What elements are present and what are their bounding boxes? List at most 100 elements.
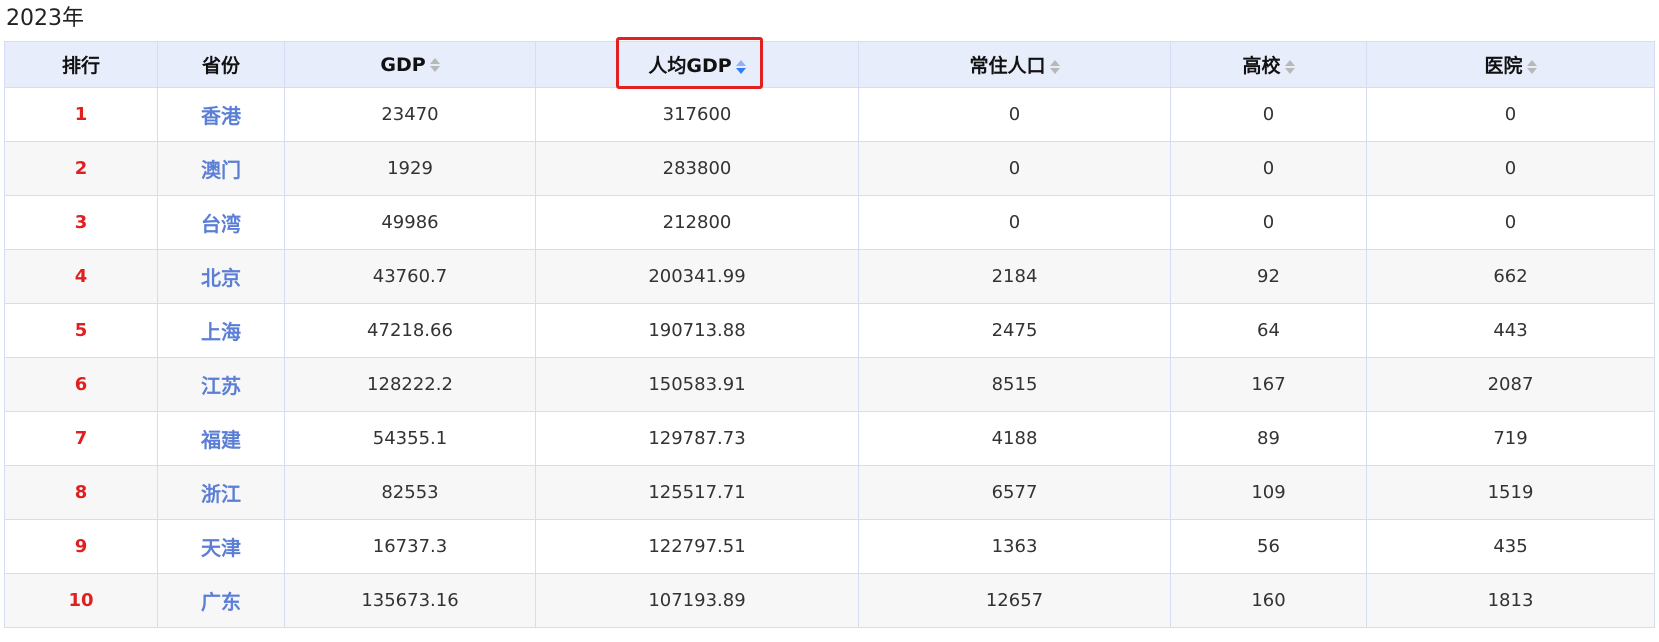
- gdp-ranking-table: 排行 省份 GDP 人均GDP 常住人口 高校 医院 1 香港 23470 31760…: [4, 41, 1655, 628]
- cell-gdp: 43760.7: [284, 249, 536, 304]
- cell-gdp-per-capita: 122797.51: [535, 519, 859, 574]
- cell-province[interactable]: 江苏: [157, 357, 285, 412]
- table-row: 9 天津 16737.3 122797.51 1363 56 435: [4, 519, 1655, 574]
- cell-province[interactable]: 台湾: [157, 195, 285, 250]
- table-row: 4 北京 43760.7 200341.99 2184 92 662: [4, 249, 1655, 304]
- cell-gdp-per-capita: 190713.88: [535, 303, 859, 358]
- cell-province[interactable]: 上海: [157, 303, 285, 358]
- cell-hospitals: 443: [1366, 303, 1655, 358]
- table-row: 7 福建 54355.1 129787.73 4188 89 719: [4, 411, 1655, 466]
- page-title: 2023年: [6, 6, 84, 31]
- cell-rank: 9: [4, 519, 158, 574]
- cell-hospitals: 2087: [1366, 357, 1655, 412]
- cell-gdp-per-capita: 129787.73: [535, 411, 859, 466]
- cell-gdp: 1929: [284, 141, 536, 196]
- cell-population: 4188: [858, 411, 1171, 466]
- table-row: 8 浙江 82553 125517.71 6577 109 1519: [4, 465, 1655, 520]
- sort-icon[interactable]: [1526, 59, 1537, 75]
- cell-hospitals: 1813: [1366, 573, 1655, 628]
- table-row: 10 广东 135673.16 107193.89 12657 160 1813: [4, 573, 1655, 628]
- cell-universities: 89: [1170, 411, 1367, 466]
- cell-gdp: 128222.2: [284, 357, 536, 412]
- header-hospitals[interactable]: 医院: [1366, 41, 1655, 88]
- sort-icon[interactable]: [429, 57, 440, 73]
- cell-population: 0: [858, 87, 1171, 142]
- sort-icon[interactable]: [1049, 59, 1060, 75]
- header-label: 人均GDP: [648, 55, 732, 77]
- cell-universities: 160: [1170, 573, 1367, 628]
- cell-universities: 56: [1170, 519, 1367, 574]
- cell-province[interactable]: 澳门: [157, 141, 285, 196]
- cell-gdp: 23470: [284, 87, 536, 142]
- cell-population: 1363: [858, 519, 1171, 574]
- cell-hospitals: 0: [1366, 87, 1655, 142]
- header-population[interactable]: 常住人口: [858, 41, 1171, 88]
- cell-hospitals: 719: [1366, 411, 1655, 466]
- cell-population: 2184: [858, 249, 1171, 304]
- header-province: 省份: [157, 41, 285, 88]
- cell-universities: 109: [1170, 465, 1367, 520]
- cell-gdp: 82553: [284, 465, 536, 520]
- cell-hospitals: 0: [1366, 195, 1655, 250]
- cell-gdp-per-capita: 212800: [535, 195, 859, 250]
- cell-gdp: 47218.66: [284, 303, 536, 358]
- header-label: 高校: [1242, 55, 1281, 77]
- cell-gdp-per-capita: 200341.99: [535, 249, 859, 304]
- cell-gdp: 135673.16: [284, 573, 536, 628]
- cell-population: 0: [858, 141, 1171, 196]
- sort-desc-active-icon[interactable]: [735, 59, 746, 75]
- cell-universities: 167: [1170, 357, 1367, 412]
- cell-rank: 4: [4, 249, 158, 304]
- cell-province[interactable]: 广东: [157, 573, 285, 628]
- table-row: 5 上海 47218.66 190713.88 2475 64 443: [4, 303, 1655, 358]
- header-label: GDP: [380, 53, 426, 76]
- cell-rank: 8: [4, 465, 158, 520]
- cell-gdp-per-capita: 107193.89: [535, 573, 859, 628]
- table-header-row: 排行 省份 GDP 人均GDP 常住人口 高校 医院: [4, 41, 1655, 88]
- cell-province[interactable]: 福建: [157, 411, 285, 466]
- table-row: 6 江苏 128222.2 150583.91 8515 167 2087: [4, 357, 1655, 412]
- table-row: 3 台湾 49986 212800 0 0 0: [4, 195, 1655, 250]
- table-row: 1 香港 23470 317600 0 0 0: [4, 87, 1655, 142]
- header-gdp-per-capita[interactable]: 人均GDP: [535, 41, 859, 88]
- cell-universities: 92: [1170, 249, 1367, 304]
- sort-icon[interactable]: [1284, 59, 1295, 75]
- cell-rank: 6: [4, 357, 158, 412]
- cell-hospitals: 0: [1366, 141, 1655, 196]
- cell-rank: 5: [4, 303, 158, 358]
- header-gdp[interactable]: GDP: [284, 41, 536, 88]
- header-label: 医院: [1484, 55, 1523, 77]
- cell-province[interactable]: 天津: [157, 519, 285, 574]
- cell-hospitals: 662: [1366, 249, 1655, 304]
- header-label: 省份: [201, 55, 240, 77]
- cell-population: 2475: [858, 303, 1171, 358]
- cell-universities: 0: [1170, 87, 1367, 142]
- header-label: 排行: [61, 55, 100, 77]
- cell-hospitals: 435: [1366, 519, 1655, 574]
- cell-universities: 64: [1170, 303, 1367, 358]
- cell-rank: 7: [4, 411, 158, 466]
- cell-gdp: 49986: [284, 195, 536, 250]
- table-row: 2 澳门 1929 283800 0 0 0: [4, 141, 1655, 196]
- header-label: 常住人口: [969, 55, 1046, 77]
- cell-gdp-per-capita: 283800: [535, 141, 859, 196]
- cell-population: 6577: [858, 465, 1171, 520]
- cell-hospitals: 1519: [1366, 465, 1655, 520]
- cell-gdp-per-capita: 317600: [535, 87, 859, 142]
- header-rank: 排行: [4, 41, 158, 88]
- cell-gdp: 54355.1: [284, 411, 536, 466]
- cell-universities: 0: [1170, 195, 1367, 250]
- header-universities[interactable]: 高校: [1170, 41, 1367, 88]
- cell-province[interactable]: 浙江: [157, 465, 285, 520]
- cell-rank: 3: [4, 195, 158, 250]
- cell-population: 0: [858, 195, 1171, 250]
- cell-gdp-per-capita: 125517.71: [535, 465, 859, 520]
- cell-gdp: 16737.3: [284, 519, 536, 574]
- cell-universities: 0: [1170, 141, 1367, 196]
- cell-rank: 1: [4, 87, 158, 142]
- cell-rank: 2: [4, 141, 158, 196]
- cell-population: 12657: [858, 573, 1171, 628]
- cell-population: 8515: [858, 357, 1171, 412]
- cell-province[interactable]: 香港: [157, 87, 285, 142]
- cell-province[interactable]: 北京: [157, 249, 285, 304]
